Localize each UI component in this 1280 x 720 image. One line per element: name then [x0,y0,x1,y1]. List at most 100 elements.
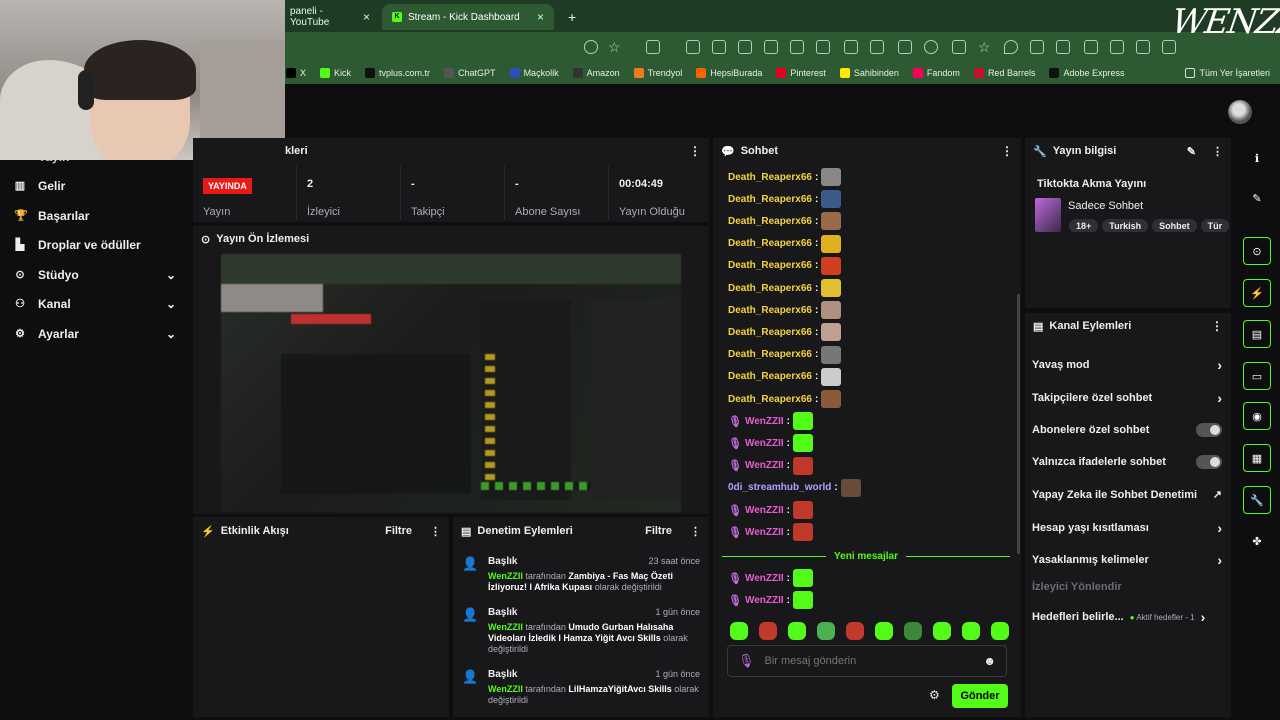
code-icon[interactable] [712,40,726,54]
emote-button[interactable] [904,622,922,640]
grid-icon[interactable] [844,40,858,54]
info-icon[interactable]: ℹ [1243,144,1271,172]
chat-input[interactable] [764,655,974,667]
channel-action-item[interactable]: Yasaklanmış kelimeler › [1032,552,1222,568]
history-icon[interactable] [924,40,938,54]
channel-action-item[interactable]: Hesap yaşı kısıtlaması › [1032,520,1222,536]
channel-action-item[interactable]: Hedefleri belirle... ● Aktif hedefler - 1… [1032,609,1222,625]
chat-message[interactable]: 🎙 WenZZII: [728,591,814,609]
channel-action-item[interactable]: Yalnızca ifadelerle sohbet [1032,455,1222,469]
chat-scrollbar[interactable] [1017,294,1020,554]
location-icon[interactable] [1004,40,1018,54]
channel-action-item[interactable]: Yapay Zeka ile Sohbet Denetimi ↗ [1032,488,1222,502]
toolbar-icon-4[interactable] [816,40,830,54]
chat-message[interactable]: 🎙 WenZZII: [728,501,814,519]
more-options-icon[interactable]: ⋮ [1001,144,1013,158]
eye-off-icon[interactable] [584,40,598,54]
key-icon[interactable] [1056,40,1070,54]
chevron-down-icon[interactable]: ⌄ [166,327,176,341]
flash-icon[interactable]: ⚡ [1243,279,1271,307]
toolbar-icon-3[interactable] [764,40,778,54]
emote-button[interactable] [846,622,864,640]
close-tab-icon[interactable]: × [537,10,544,24]
moderation-user[interactable]: WenZZII [488,571,523,581]
toolbar-icon-1[interactable] [686,40,700,54]
chevron-down-icon[interactable]: ⌄ [166,268,176,282]
chat-username[interactable]: WenZZII [745,438,784,449]
bookmark-kick[interactable]: Kick [320,68,351,78]
chat-message[interactable]: Death_Reaperx66: [728,323,842,342]
stream-tag[interactable]: Tür [1200,219,1229,232]
bookmark-adobe[interactable]: Adobe Express [1049,68,1125,78]
bookmark-sahibinden[interactable]: Sahibinden [839,68,899,78]
chat-username[interactable]: Death_Reaperx66 [728,371,812,382]
toggle-switch[interactable] [1196,455,1222,469]
chat-message[interactable]: 🎙 WenZZII: [728,412,814,431]
shapes-icon[interactable]: ✤ [1243,527,1271,555]
chevron-right-icon[interactable]: › [1217,520,1222,536]
chat-username[interactable]: 0di_streamhub_world [728,482,831,493]
download-icon[interactable] [1084,40,1098,54]
channel-action-item[interactable]: Abonelere özel sohbet [1032,423,1222,437]
category-thumbnail[interactable] [1035,198,1061,232]
stream-preview-video[interactable] [221,254,681,512]
extension-icon[interactable] [646,40,660,54]
bookmark-mackolik[interactable]: Maçkolik [509,68,559,78]
bookmark-fandom[interactable]: Fandom [912,68,960,78]
chat-username[interactable]: WenZZII [745,460,784,471]
channel-action-item[interactable]: Takipçilere özel sohbet › [1032,390,1222,406]
new-tab-button[interactable]: + [558,4,582,30]
chat-username[interactable]: Death_Reaperx66 [728,194,812,205]
chat-message[interactable]: Death_Reaperx66: [728,256,842,275]
wrench-icon[interactable]: 🔧 [1243,486,1271,514]
bookmark-pinterest[interactable]: Pinterest [776,68,826,78]
emote-button[interactable] [730,622,748,640]
sidebar-item-settings[interactable]: ⚙ Ayarlar ⌄ [14,327,176,341]
chat-message[interactable]: 🎙 WenZZII: [728,569,814,587]
more-options-icon[interactable]: ⋮ [690,525,701,538]
channel-action-item[interactable]: Yavaş mod › [1032,357,1222,373]
layout-icon[interactable]: ▦ [1243,444,1271,472]
cast-icon[interactable] [1136,40,1150,54]
trash-icon[interactable] [898,40,912,54]
chevron-right-icon[interactable]: › [1217,552,1222,568]
chat-message[interactable]: 🎙 WenZZII: [728,434,814,453]
stream-tag[interactable]: 18+ [1069,219,1099,232]
chat-message[interactable]: 🎙 WenZZII: [728,456,814,475]
star-icon[interactable]: ☆ [608,40,622,54]
sidebar-item-drops[interactable]: ▙ Droplar ve ödüller [14,238,176,252]
chat-message[interactable]: 0di_streamhub_world: [728,478,861,497]
chat-icon[interactable]: ▭ [1243,362,1271,390]
chat-username[interactable]: Death_Reaperx66 [728,349,812,360]
chat-message[interactable]: Death_Reaperx66: [728,168,842,186]
more-options-icon[interactable]: ⋮ [689,144,701,158]
chat-message[interactable]: Death_Reaperx66: [728,279,842,297]
chat-message[interactable]: Death_Reaperx66: [728,234,842,253]
tab-kick-dashboard[interactable]: K Stream - Kick Dashboard × [382,4,554,30]
chat-username[interactable]: Death_Reaperx66 [728,283,812,294]
chevron-right-icon[interactable]: › [1217,390,1222,406]
bookmark-tvplus[interactable]: tvplus.com.tr [365,68,430,78]
more-options-icon[interactable]: ⋮ [430,525,441,538]
emote-button[interactable] [962,622,980,640]
chat-username[interactable]: Death_Reaperx66 [728,260,812,271]
bookmark-hepsiburada[interactable]: HepsiBurada [696,68,762,78]
bookmark-chatgpt[interactable]: ChatGPT [444,68,496,78]
stream-tag[interactable]: Sohbet [1152,219,1197,232]
chat-username[interactable]: Death_Reaperx66 [728,172,812,183]
chat-message[interactable]: Death_Reaperx66: [728,390,842,408]
chat-message[interactable]: Death_Reaperx66: [728,190,842,209]
emote-button[interactable] [875,622,893,640]
chat-username[interactable]: WenZZII [745,527,784,538]
tab-youtube[interactable]: paneli - YouTube × [280,4,380,30]
external-link-icon[interactable]: ↗ [1213,488,1222,501]
send-button[interactable]: Gönder [952,684,1008,708]
chat-username[interactable]: WenZZII [745,595,784,606]
chat-username[interactable]: Death_Reaperx66 [728,327,812,338]
link-icon[interactable] [790,40,804,54]
sync-icon[interactable] [1110,40,1124,54]
chat-username[interactable]: Death_Reaperx66 [728,394,812,405]
moderation-user[interactable]: WenZZII [488,622,523,632]
chat-username[interactable]: WenZZII [745,416,784,427]
stream-category[interactable]: Sadece Sohbet [1068,200,1143,212]
